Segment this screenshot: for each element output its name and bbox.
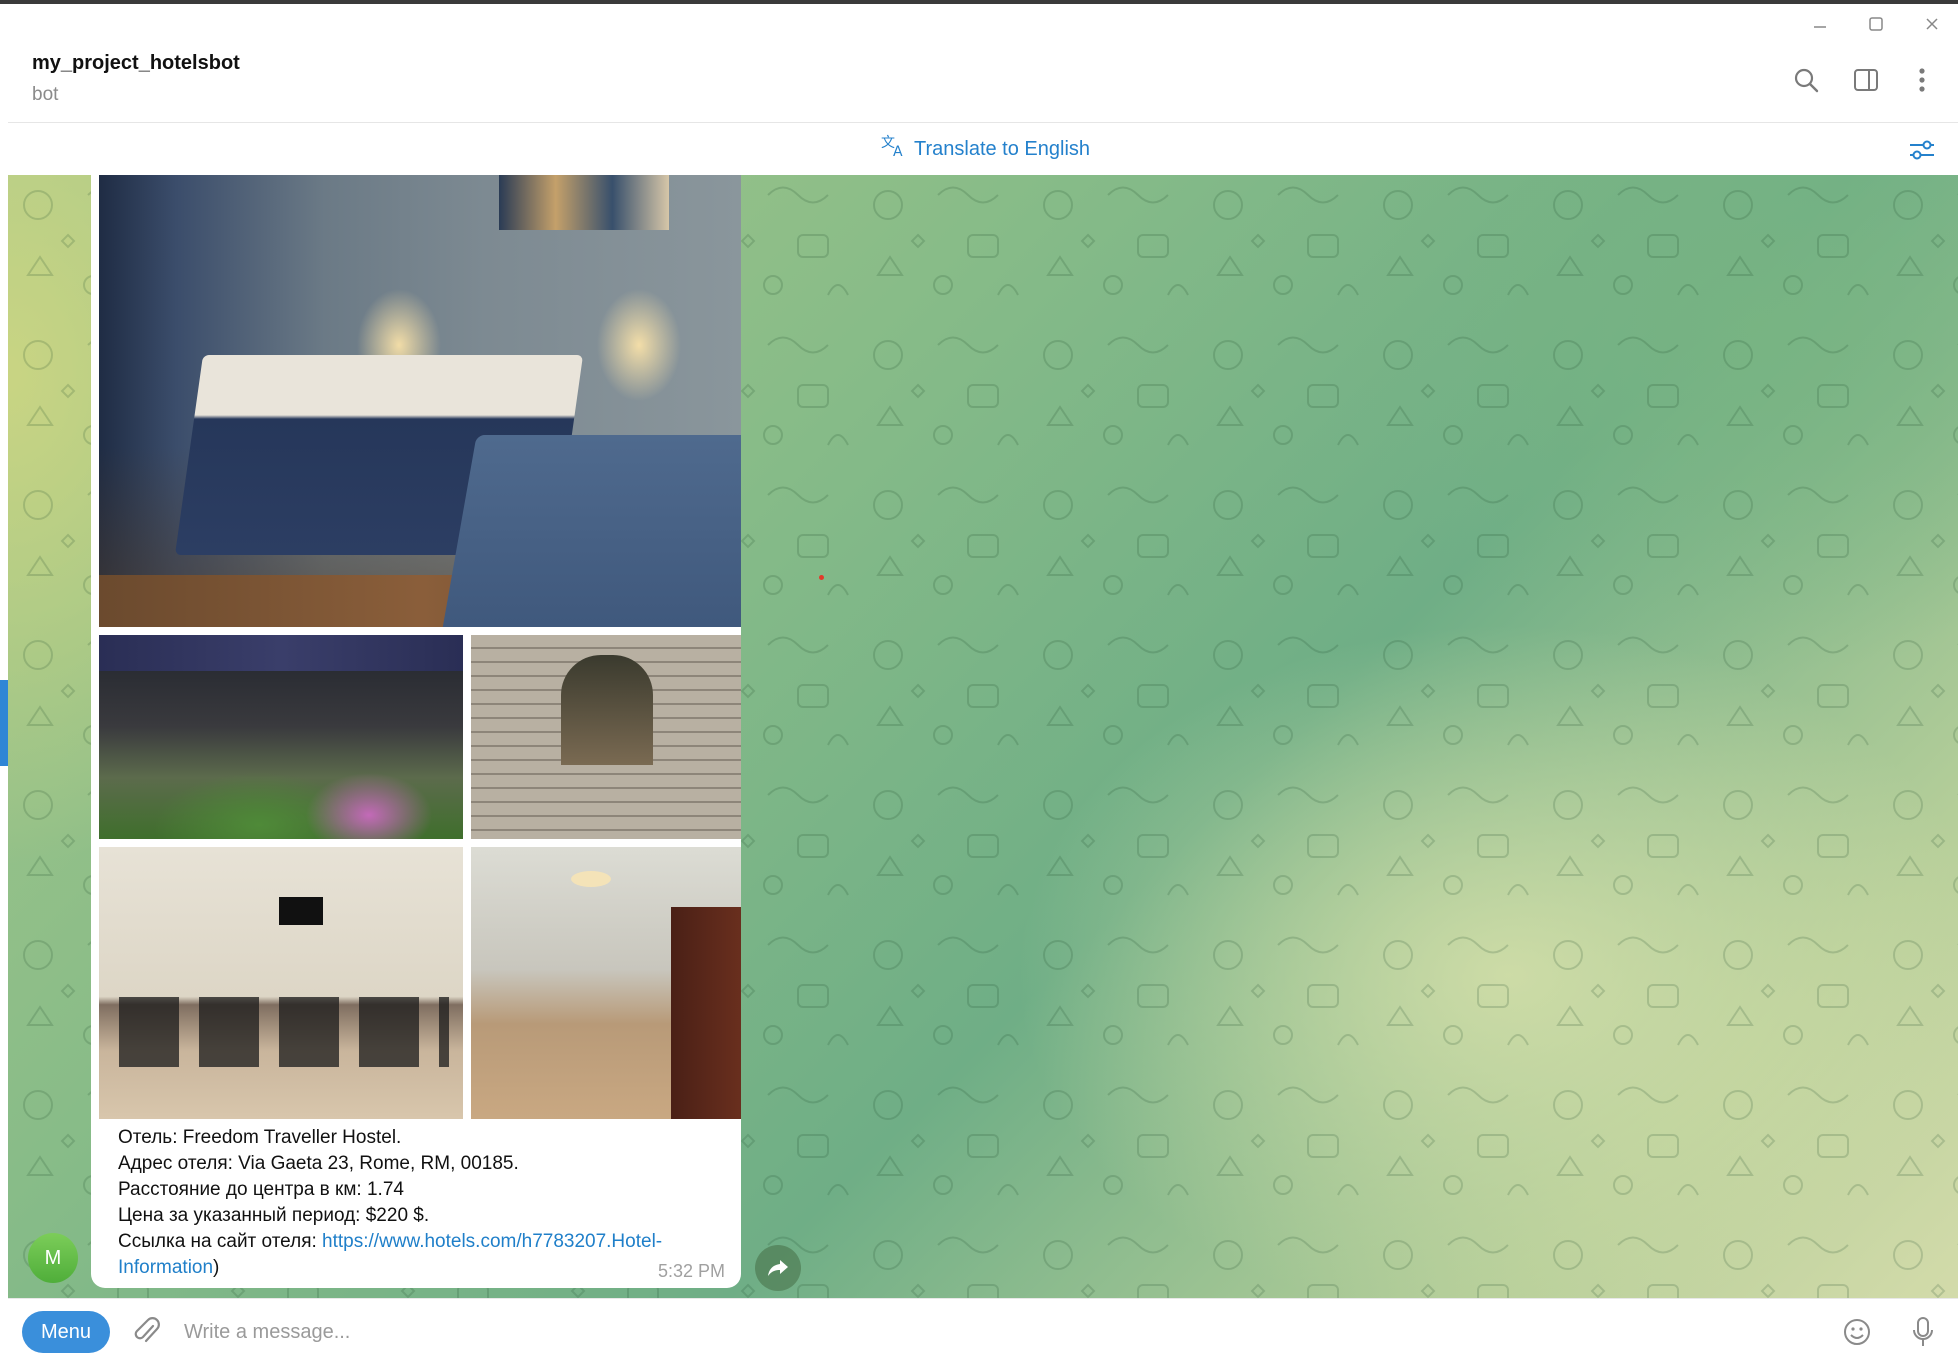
- share-icon[interactable]: [755, 1245, 801, 1291]
- photo-tv: [279, 897, 323, 925]
- photo-wooden-door: [671, 907, 741, 1119]
- message-bubble[interactable]: Отель: Freedom Traveller Hostel. Адрес о…: [91, 175, 741, 1288]
- hotel-photo-bedroom[interactable]: [99, 175, 741, 627]
- chat-header: my_project_hotelsbot bot: [8, 40, 1958, 122]
- translate-icon: 文A: [880, 134, 906, 164]
- message-time: 5:32 PM: [657, 1261, 725, 1281]
- search-icon[interactable]: [1788, 62, 1824, 98]
- avatar[interactable]: M: [28, 1233, 78, 1283]
- chat-title[interactable]: my_project_hotelsbot: [32, 52, 240, 75]
- photo-umbrella: [99, 635, 463, 671]
- microphone-icon[interactable]: [1904, 1313, 1942, 1351]
- hotel-photo-dining[interactable]: [99, 847, 463, 1119]
- maximize-icon[interactable]: [1862, 12, 1890, 36]
- hotel-price-line: Цена за указанный период: $220 $.: [118, 1205, 430, 1226]
- hotel-name-line: Отель: Freedom Traveller Hostel.: [118, 1127, 402, 1148]
- attach-icon[interactable]: [128, 1313, 166, 1351]
- hotel-distance-line: Расстояние до центра в км: 1.74: [118, 1179, 404, 1200]
- translate-label: Translate to English: [914, 137, 1091, 160]
- translate-bar: 文A Translate to English: [8, 122, 1958, 175]
- cursor-marker: [819, 575, 824, 580]
- message-composer: Menu: [8, 1298, 1958, 1364]
- hotel-photo-garden[interactable]: [99, 635, 463, 839]
- photo-ceiling-light: [571, 871, 611, 887]
- chat-subtitle: bot: [32, 84, 59, 105]
- hotel-link-line: Ссылка на сайт отеля: https://www.hotels…: [118, 1229, 718, 1281]
- photo-tables: [119, 997, 449, 1067]
- link-suffix: ): [213, 1257, 220, 1278]
- hotel-photo-stairs[interactable]: [471, 635, 741, 839]
- message-input[interactable]: [184, 1313, 1784, 1351]
- photo-second-bed: [441, 435, 741, 627]
- hotel-address-line: Адрес отеля: Via Gaeta 23, Rome, RM, 001…: [118, 1153, 519, 1174]
- close-icon[interactable]: [1918, 12, 1946, 36]
- minimize-icon[interactable]: [1806, 12, 1834, 36]
- sidebar-toggle-icon[interactable]: [1848, 62, 1884, 98]
- hotel-photo-hallway[interactable]: [471, 847, 741, 1119]
- emoji-icon[interactable]: [1838, 1313, 1876, 1351]
- more-vertical-icon[interactable]: [1904, 62, 1940, 98]
- link-prefix: Ссылка на сайт отеля:: [118, 1231, 323, 1252]
- window-titlebar: [0, 4, 1958, 40]
- svg-text:A: A: [893, 144, 903, 158]
- sidebar-edge-accent: [0, 680, 8, 766]
- translate-settings-icon[interactable]: [1906, 135, 1938, 165]
- chat-area[interactable]: Отель: Freedom Traveller Hostel. Адрес о…: [8, 175, 1958, 1298]
- menu-button[interactable]: Menu: [22, 1311, 110, 1353]
- message-text: Отель: Freedom Traveller Hostel. Адрес о…: [118, 1125, 718, 1281]
- wall-art: [499, 175, 669, 230]
- translate-button[interactable]: 文A Translate to English: [880, 133, 1090, 165]
- photo-doorway: [561, 655, 653, 765]
